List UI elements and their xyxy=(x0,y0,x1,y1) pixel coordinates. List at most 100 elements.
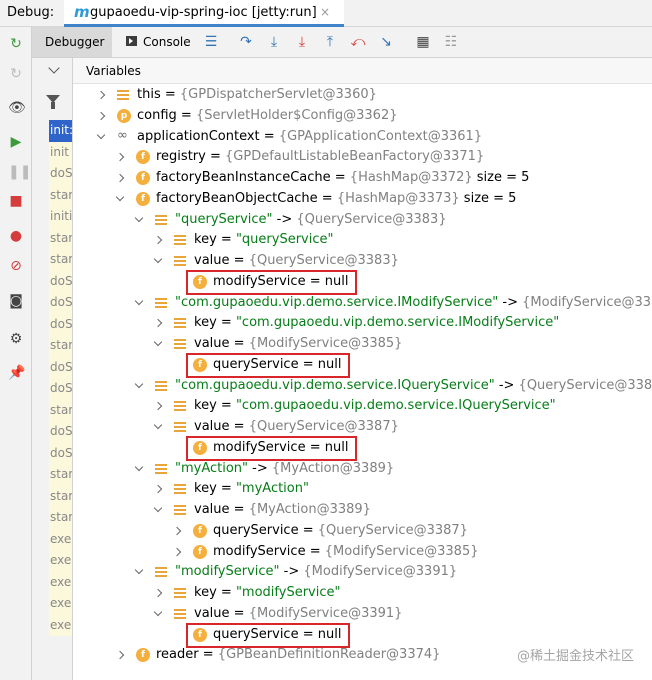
variable-row[interactable]: ∞ applicationContext = {GPApplicationCont… xyxy=(73,127,652,148)
variable-row[interactable]: "com.gupaoedu.vip.demo.service.IQuerySer… xyxy=(73,376,652,397)
collapsed-arrow-icon[interactable] xyxy=(153,588,163,598)
expanded-arrow-icon[interactable] xyxy=(134,213,144,222)
tab-debugger[interactable]: Debugger xyxy=(32,27,112,57)
variable-row[interactable]: f queryService = null xyxy=(73,355,652,376)
variable-row[interactable]: "modifyService" -> {ModifyService@3391} xyxy=(73,562,652,583)
frame-item[interactable]: star xyxy=(49,184,72,206)
collapsed-arrow-icon[interactable] xyxy=(153,402,163,411)
rerun-failed-icon[interactable]: ↻ xyxy=(8,66,24,82)
tab-console[interactable]: Console xyxy=(120,27,200,57)
expanded-arrow-icon[interactable] xyxy=(134,462,144,471)
variable-row[interactable]: key = "myAction" xyxy=(73,479,652,500)
frame-item[interactable]: exe xyxy=(49,550,72,572)
frame-item[interactable]: exe xyxy=(49,571,72,593)
frame-item[interactable]: exe xyxy=(49,528,72,550)
frame-item[interactable]: doS xyxy=(49,442,72,464)
variable-row[interactable]: "queryService" -> {QueryService@3383} xyxy=(73,210,652,231)
frame-item[interactable]: init xyxy=(49,141,72,163)
collapsed-arrow-icon[interactable] xyxy=(115,173,125,183)
frame-item[interactable]: star xyxy=(49,485,72,507)
variable-row[interactable]: f registry = {GPDefaultListableBeanFactor… xyxy=(73,147,652,168)
step-into-icon[interactable]: ⤓ xyxy=(294,33,310,51)
stop-icon[interactable]: ■ xyxy=(8,193,24,209)
menu-icon[interactable]: ☰ xyxy=(203,33,219,51)
variable-row[interactable]: value = {ModifyService@3385} xyxy=(73,334,652,355)
variable-row[interactable]: value = {QueryService@3387} xyxy=(73,417,652,438)
variable-row[interactable]: f factoryBeanInstanceCache = {HashMap@337… xyxy=(73,168,652,189)
frame-item[interactable]: star xyxy=(49,249,72,271)
variable-row[interactable]: p config = {ServletHolder$Config@3362} xyxy=(73,106,652,127)
variable-row[interactable]: key = "com.gupaoedu.vip.demo.service.IQu… xyxy=(73,396,652,417)
view-breakpoints-eye-icon[interactable]: 👁 xyxy=(8,100,26,116)
frame-item[interactable]: doS xyxy=(49,356,72,378)
filter-icon[interactable] xyxy=(46,95,60,109)
frame-item[interactable]: doS xyxy=(49,270,72,292)
expanded-arrow-icon[interactable] xyxy=(153,607,163,616)
force-step-into-icon[interactable]: ⤒ xyxy=(322,33,338,51)
variable-row[interactable]: value = {MyAction@3389} xyxy=(73,500,652,521)
rerun-icon[interactable]: ↻ xyxy=(8,36,24,52)
expanded-arrow-icon[interactable] xyxy=(153,420,163,430)
expanded-arrow-icon[interactable] xyxy=(134,379,144,388)
view-breakpoints-icon[interactable]: ● xyxy=(8,228,24,244)
collapsed-arrow-icon[interactable] xyxy=(153,319,163,328)
close-tab-icon[interactable]: × xyxy=(320,5,330,19)
collapsed-arrow-icon[interactable] xyxy=(96,90,106,100)
run-config-tab[interactable]: m gupaoedu-vip-spring-ioc [jetty:run] × xyxy=(64,0,344,27)
frame-item[interactable]: doS xyxy=(49,378,72,400)
show-execution-point-icon[interactable]: ↷ xyxy=(238,33,254,51)
frame-item[interactable]: exe xyxy=(49,614,72,636)
variable-row[interactable]: f modifyService = null xyxy=(73,438,652,459)
frame-item[interactable]: star xyxy=(49,227,72,249)
frames-collapse[interactable] xyxy=(32,58,72,84)
collapsed-arrow-icon[interactable] xyxy=(96,111,106,120)
collapsed-arrow-icon[interactable] xyxy=(172,526,182,535)
variable-row[interactable]: value = {QueryService@3383} xyxy=(73,251,652,272)
frame-item[interactable]: doS xyxy=(49,292,72,314)
drop-frame-icon[interactable]: ↘ xyxy=(378,33,394,51)
variable-row[interactable]: this = {GPDispatcherServlet@3360} xyxy=(73,85,652,106)
mute-breakpoints-icon[interactable]: ⊘ xyxy=(8,258,24,274)
pin-icon[interactable]: 📌 xyxy=(8,365,25,381)
frame-item[interactable]: doS xyxy=(49,421,72,443)
variable-row[interactable]: "com.gupaoedu.vip.demo.service.IModifySe… xyxy=(73,293,652,314)
expanded-arrow-icon[interactable] xyxy=(153,337,163,347)
variable-row[interactable]: "myAction" -> {MyAction@3389} xyxy=(73,459,652,480)
variable-row[interactable]: f modifyService = {ModifyService@3385} xyxy=(73,542,652,563)
expanded-arrow-icon[interactable] xyxy=(134,566,144,575)
step-out-icon[interactable]: ⤺ xyxy=(350,33,366,51)
variable-row[interactable]: f factoryBeanObjectCache = {HashMap@3373}… xyxy=(73,189,652,210)
frame-item[interactable]: doS xyxy=(49,313,72,335)
frame-item[interactable]: exe xyxy=(49,593,72,615)
evaluate-icon[interactable]: ▦ xyxy=(415,33,431,51)
collapsed-arrow-icon[interactable] xyxy=(153,485,163,494)
expanded-arrow-icon[interactable] xyxy=(115,192,125,201)
variable-row[interactable]: f modifyService = null xyxy=(73,272,652,293)
collapsed-arrow-icon[interactable] xyxy=(153,236,163,245)
expanded-arrow-icon[interactable] xyxy=(96,130,106,139)
frame-item[interactable]: init: xyxy=(49,120,72,142)
step-over-icon[interactable]: ⤓ xyxy=(266,33,282,51)
settings-gear-icon[interactable]: ⚙ xyxy=(8,331,24,347)
resume-icon[interactable]: ▶ xyxy=(8,134,24,150)
frame-item[interactable]: initi xyxy=(49,206,72,228)
frame-item[interactable]: doS xyxy=(49,163,72,185)
variable-row[interactable]: key = "com.gupaoedu.vip.demo.service.IMo… xyxy=(73,313,652,334)
expanded-arrow-icon[interactable] xyxy=(153,503,163,513)
variable-row[interactable]: f queryService = {QueryService@3387} xyxy=(73,521,652,542)
layout-icon[interactable]: ☷ xyxy=(443,33,459,51)
expanded-arrow-icon[interactable] xyxy=(134,296,144,305)
variable-row[interactable]: key = "modifyService" xyxy=(73,583,652,604)
variable-row[interactable]: key = "queryService" xyxy=(73,230,652,251)
collapsed-arrow-icon[interactable] xyxy=(172,547,182,556)
variable-row[interactable]: value = {ModifyService@3391} xyxy=(73,604,652,625)
variable-row[interactable]: f queryService = null xyxy=(73,625,652,646)
expanded-arrow-icon[interactable] xyxy=(153,254,163,264)
frame-item[interactable]: star xyxy=(49,464,72,486)
frame-item[interactable]: star xyxy=(49,335,72,357)
pause-icon[interactable]: ❚❚ xyxy=(8,164,31,180)
frame-item[interactable]: star xyxy=(49,507,72,529)
collapsed-arrow-icon[interactable] xyxy=(115,153,125,162)
collapsed-arrow-icon[interactable] xyxy=(115,651,125,660)
frame-item[interactable]: star xyxy=(49,399,72,421)
